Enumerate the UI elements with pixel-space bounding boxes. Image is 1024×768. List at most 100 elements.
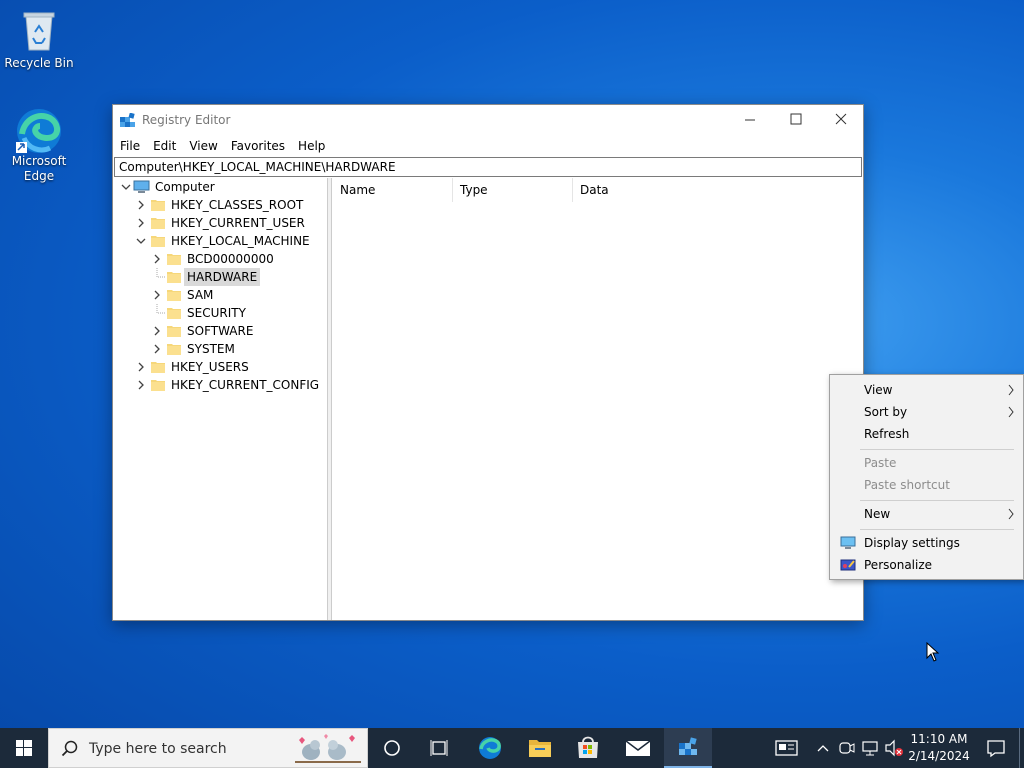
tree-item-label: HKEY_CURRENT_USER [171, 216, 305, 230]
desktop-icon-recycle-bin[interactable]: Recycle Bin [1, 8, 77, 71]
taskbar-app-edge[interactable] [466, 728, 514, 768]
menu-item-refresh[interactable]: Refresh [830, 423, 1023, 445]
chevron-right-icon [1008, 384, 1014, 396]
network-button[interactable] [860, 728, 882, 768]
values-list[interactable]: Name Type Data [333, 178, 862, 620]
column-header-data[interactable]: Data [573, 178, 862, 202]
chevron-right-icon[interactable] [151, 289, 163, 301]
menu-item-paste: Paste [830, 452, 1023, 474]
search-input[interactable]: Type here to search [48, 728, 368, 768]
window-title: Registry Editor [142, 113, 231, 127]
menu-item-label: Personalize [864, 558, 933, 572]
chevron-right-icon[interactable] [135, 379, 147, 391]
registry-editor-window: Registry Editor File Edit View Favorites… [112, 104, 864, 621]
action-center-button[interactable] [976, 728, 1016, 768]
menu-item-display-settings[interactable]: Display settings [830, 532, 1023, 554]
chevron-right-icon[interactable] [151, 253, 163, 265]
menu-item-sort-by[interactable]: Sort by [830, 401, 1023, 423]
maximize-button[interactable] [773, 105, 819, 135]
menu-item-paste-shortcut: Paste shortcut [830, 474, 1023, 496]
edge-icon [479, 737, 501, 759]
tree-connector [156, 268, 165, 278]
title-bar[interactable]: Registry Editor [113, 105, 863, 135]
folder-icon [167, 308, 181, 319]
cortana-button[interactable] [370, 728, 414, 768]
volume-button[interactable] [883, 728, 905, 768]
menu-item-new[interactable]: New [830, 503, 1023, 525]
birds-doodle-icon [295, 734, 361, 763]
menu-edit[interactable]: Edit [153, 139, 176, 153]
file-explorer-icon [529, 740, 551, 757]
menu-item-label: New [864, 507, 891, 521]
meet-now-button[interactable] [836, 728, 858, 768]
menu-separator [860, 449, 1014, 450]
menu-view[interactable]: View [189, 139, 217, 153]
search-icon [61, 740, 78, 757]
chevron-down-icon[interactable] [120, 181, 132, 193]
menu-item-label: Refresh [864, 427, 910, 441]
start-button[interactable] [0, 728, 48, 768]
tree-item-label: SOFTWARE [187, 324, 254, 338]
tree-item-label: HARDWARE [184, 268, 261, 286]
taskbar-app-store[interactable] [564, 728, 612, 768]
menu-file[interactable]: File [120, 139, 140, 153]
registry-editor-icon [120, 112, 136, 129]
task-view-button[interactable] [416, 728, 462, 768]
tree-item-label: SECURITY [187, 306, 246, 320]
folder-icon [167, 326, 181, 337]
menu-item-view[interactable]: View [830, 379, 1023, 401]
pane-splitter[interactable] [328, 178, 332, 620]
address-bar[interactable]: Computer\HKEY_LOCAL_MACHINE\HARDWARE [114, 157, 862, 177]
folder-icon [167, 272, 181, 283]
menu-item-personalize[interactable]: Personalize [830, 554, 1023, 576]
tree-item-label: Computer [155, 180, 215, 194]
taskbar-app-mail[interactable] [614, 728, 662, 768]
taskbar-app-registry-editor[interactable] [664, 728, 712, 768]
chevron-right-icon [1008, 508, 1014, 520]
menu-separator [860, 500, 1014, 501]
menu-item-label: Paste [864, 456, 897, 470]
task-view-icon [430, 740, 448, 756]
chevron-up-icon [817, 745, 829, 752]
taskbar: Type here to search 11:10 AM 2/14/2024 [0, 728, 1024, 768]
menu-item-label: Sort by [864, 405, 908, 419]
chevron-right-icon[interactable] [135, 361, 147, 373]
tree-item-label: HKEY_LOCAL_MACHINE [171, 234, 310, 248]
news-widget-button[interactable] [772, 728, 802, 768]
menu-favorites[interactable]: Favorites [231, 139, 285, 153]
desktop-icon-microsoft-edge[interactable]: Microsoft Edge [1, 106, 77, 184]
chevron-right-icon[interactable] [135, 217, 147, 229]
chevron-right-icon[interactable] [135, 199, 147, 211]
menu-item-label: Display settings [864, 536, 960, 550]
display-icon [840, 536, 856, 549]
tree-item-label: SYSTEM [187, 342, 235, 356]
show-hidden-icons-button[interactable] [812, 728, 834, 768]
minimize-button[interactable] [727, 105, 773, 135]
chevron-right-icon[interactable] [151, 343, 163, 355]
tree-item-label: BCD00000000 [187, 252, 274, 266]
tree-item-label: HKEY_CURRENT_CONFIG [171, 378, 320, 392]
key-tree: Computer HKEY_CLASSES_ROOT HKEY_CURRENT_… [114, 178, 328, 620]
folder-icon [151, 218, 165, 229]
clock[interactable]: 11:10 AM 2/14/2024 [906, 731, 972, 765]
notification-icon [987, 740, 1005, 758]
show-desktop-button[interactable] [1019, 728, 1024, 768]
desktop-context-menu: View Sort by Refresh Paste Paste shortcu… [829, 374, 1024, 580]
cortana-icon [384, 740, 400, 756]
clock-date: 2/14/2024 [908, 749, 970, 763]
column-header-type[interactable]: Type [453, 178, 573, 202]
close-button[interactable] [818, 105, 864, 135]
column-header-name[interactable]: Name [333, 178, 453, 202]
tree-item-label: SAM [187, 288, 214, 302]
menu-help[interactable]: Help [298, 139, 325, 153]
taskbar-app-file-explorer[interactable] [516, 728, 564, 768]
chevron-right-icon[interactable] [151, 325, 163, 337]
camera-icon [839, 742, 855, 754]
registry-editor-icon [679, 737, 697, 755]
desktop-icon-label: Recycle Bin [4, 56, 74, 70]
network-icon [862, 741, 878, 756]
computer-icon [133, 180, 150, 193]
folder-icon [151, 236, 165, 247]
windows-logo-icon [16, 740, 32, 756]
chevron-down-icon[interactable] [135, 235, 147, 247]
